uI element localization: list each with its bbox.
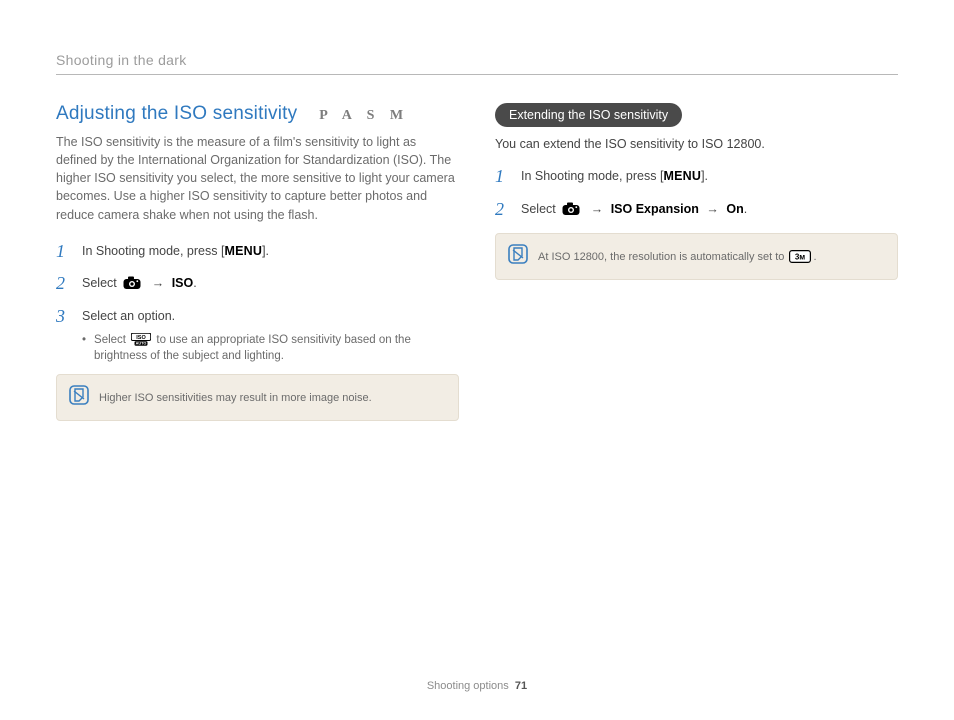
footer-section: Shooting options bbox=[427, 680, 509, 692]
camera-icon bbox=[123, 276, 141, 290]
camera-icon bbox=[562, 202, 580, 216]
step-text: Select an option. bbox=[82, 307, 175, 326]
intro-paragraph: The ISO sensitivity is the measure of a … bbox=[56, 133, 459, 224]
on-label: On bbox=[726, 202, 743, 216]
arrow-right-icon: → bbox=[706, 200, 719, 219]
arrow-right-icon: → bbox=[152, 274, 165, 293]
note-text: At ISO 12800, the resolution is automati… bbox=[538, 250, 817, 263]
steps-list-right: 1 In Shooting mode, press [MENU]. 2 Sele… bbox=[495, 167, 898, 219]
step-number: 2 bbox=[56, 274, 70, 293]
menu-button-label: MENU bbox=[224, 244, 262, 258]
step-number: 1 bbox=[495, 167, 509, 186]
steps-list-left: 1 In Shooting mode, press [MENU]. 2 Sele… bbox=[56, 242, 459, 326]
right-column: Extending the ISO sensitivity You can ex… bbox=[495, 103, 898, 670]
text-fragment: Select bbox=[94, 334, 129, 346]
section-title: Adjusting the ISO sensitivity bbox=[56, 103, 297, 125]
menu-button-label: MENU bbox=[663, 169, 701, 183]
sub-bullet: • Select ISOAUTO to use an appropriate I… bbox=[82, 332, 459, 364]
step-text-fragment: Select bbox=[82, 276, 120, 290]
step-2: 2 Select → ISO Expansion → On. bbox=[495, 200, 898, 219]
note-box-right: At ISO 12800, the resolution is automati… bbox=[495, 233, 898, 280]
iso-label: ISO bbox=[172, 276, 194, 290]
iso-auto-icon: ISOAUTO bbox=[131, 333, 151, 346]
page-number: 71 bbox=[515, 680, 527, 692]
mode-indicators: P A S M bbox=[319, 108, 409, 124]
svg-text:3ᴍ: 3ᴍ bbox=[795, 252, 805, 261]
note-icon bbox=[508, 244, 528, 269]
two-column-layout: Adjusting the ISO sensitivity P A S M Th… bbox=[56, 103, 898, 670]
right-intro: You can extend the ISO sensitivity to IS… bbox=[495, 137, 898, 151]
left-column: Adjusting the ISO sensitivity P A S M Th… bbox=[56, 103, 459, 670]
section-title-row: Adjusting the ISO sensitivity P A S M bbox=[56, 103, 459, 125]
sub-bullet-text: Select ISOAUTO to use an appropriate ISO… bbox=[94, 332, 459, 364]
step-number: 1 bbox=[56, 242, 70, 261]
note-text: Higher ISO sensitivities may result in m… bbox=[99, 392, 372, 404]
page: Shooting in the dark Adjusting the ISO s… bbox=[0, 0, 954, 720]
step-text: Select → ISO Expansion → On. bbox=[521, 200, 747, 219]
arrow-right-icon: → bbox=[591, 200, 604, 219]
step-2: 2 Select → ISO. bbox=[56, 274, 459, 293]
note-icon bbox=[69, 385, 89, 410]
step-text: Select → ISO. bbox=[82, 274, 197, 293]
step-text: In Shooting mode, press [MENU]. bbox=[521, 167, 708, 186]
page-footer: Shooting options 71 bbox=[56, 670, 898, 692]
step-number: 3 bbox=[56, 307, 70, 326]
svg-text:AUTO: AUTO bbox=[136, 342, 147, 346]
resolution-3m-icon: 3ᴍ bbox=[789, 250, 811, 263]
subsection-pill: Extending the ISO sensitivity bbox=[495, 103, 682, 127]
step-text: In Shooting mode, press [MENU]. bbox=[82, 242, 269, 261]
header-breadcrumb: Shooting in the dark bbox=[56, 52, 898, 75]
text-fragment: At ISO 12800, the resolution is automati… bbox=[538, 251, 787, 263]
step-text-fragment: . bbox=[193, 276, 196, 290]
step-1: 1 In Shooting mode, press [MENU]. bbox=[495, 167, 898, 186]
step-text-fragment: ]. bbox=[262, 244, 269, 258]
step-text-fragment: ]. bbox=[701, 169, 708, 183]
step-text-fragment: In Shooting mode, press [ bbox=[82, 244, 224, 258]
iso-expansion-label: ISO Expansion bbox=[611, 202, 699, 216]
note-box-left: Higher ISO sensitivities may result in m… bbox=[56, 374, 459, 421]
step-1: 1 In Shooting mode, press [MENU]. bbox=[56, 242, 459, 261]
step-text-fragment: Select bbox=[521, 202, 559, 216]
step-text-fragment: In Shooting mode, press [ bbox=[521, 169, 663, 183]
text-fragment: . bbox=[813, 251, 816, 263]
step-text-fragment: . bbox=[744, 202, 747, 216]
bullet-dot: • bbox=[82, 332, 86, 364]
step-3: 3 Select an option. bbox=[56, 307, 459, 326]
svg-text:ISO: ISO bbox=[136, 335, 146, 341]
step-number: 2 bbox=[495, 200, 509, 219]
